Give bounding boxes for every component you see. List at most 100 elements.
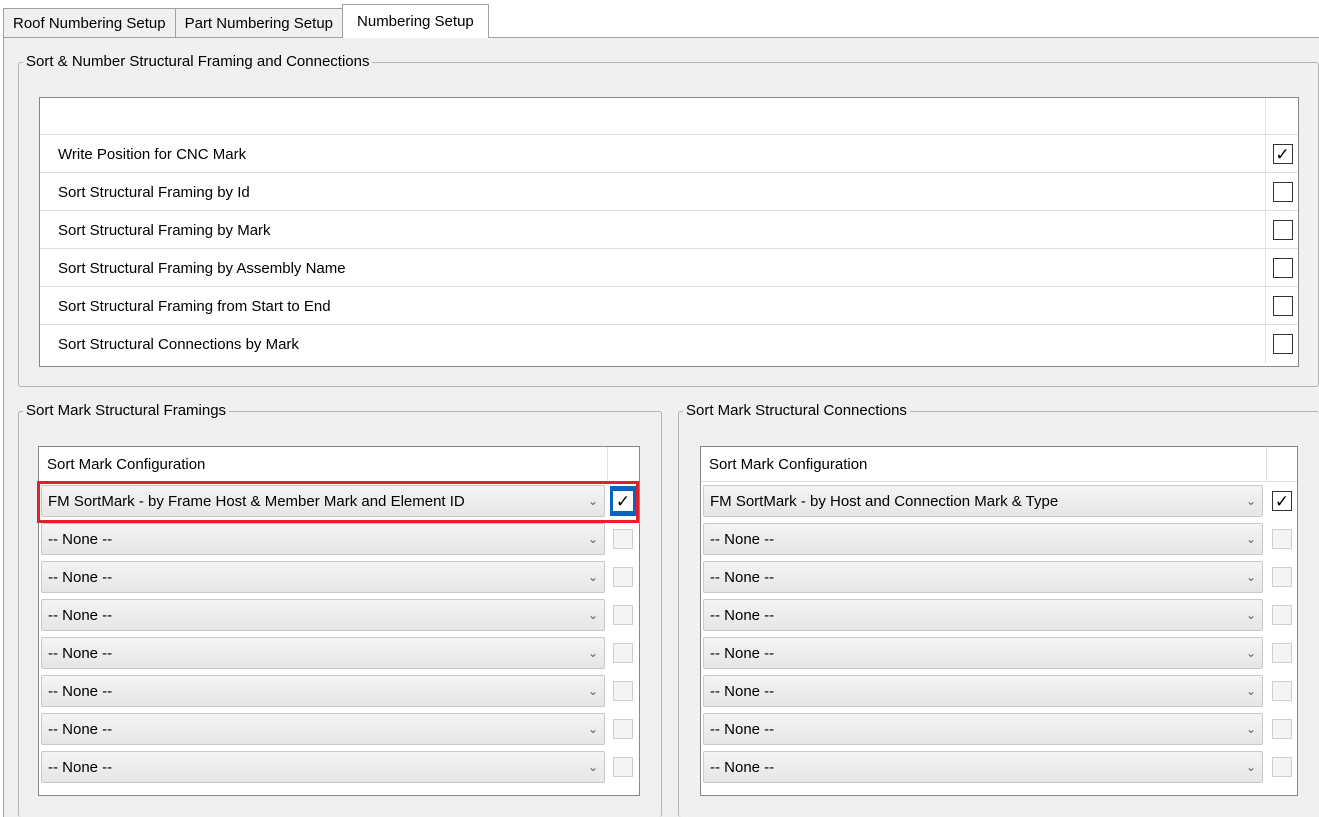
framings-sortmark-value: -- None -- (48, 606, 113, 624)
tab-part-numbering-setup[interactable]: Part Numbering Setup (174, 8, 344, 38)
framings-row: -- None -- ⌄ (39, 634, 638, 672)
connections-check-cell (1267, 637, 1297, 669)
connections-enable-checkbox[interactable] (1272, 529, 1292, 549)
connections-row: -- None -- ⌄ (701, 558, 1297, 596)
chevron-down-icon: ⌄ (1245, 646, 1256, 660)
connections-enable-checkbox[interactable] (1272, 605, 1292, 625)
connections-enable-checkbox[interactable] (1272, 757, 1292, 777)
chevron-down-icon: ⌄ (1245, 608, 1256, 622)
option-label: Sort Structural Framing by Id (40, 173, 1266, 211)
framings-sortmark-select[interactable]: -- None -- ⌄ (41, 561, 605, 593)
connections-sortmark-value: -- None -- (710, 720, 775, 738)
connections-row: -- None -- ⌄ (701, 520, 1297, 558)
option-checkbox[interactable] (1272, 334, 1293, 354)
connections-sortmark-select[interactable]: -- None -- ⌄ (703, 561, 1263, 593)
framings-check-cell (608, 561, 638, 593)
option-checkbox[interactable] (1272, 220, 1293, 240)
connections-sortmark-select[interactable]: FM SortMark - by Host and Connection Mar… (703, 485, 1263, 517)
framings-row: -- None -- ⌄ (39, 748, 638, 786)
option-checkbox[interactable] (1272, 296, 1293, 316)
framings-enable-checkbox[interactable] (613, 529, 633, 549)
connections-enable-checkbox[interactable] (1272, 681, 1292, 701)
tab-strip: Roof Numbering Setup Part Numbering Setu… (3, 4, 489, 38)
connections-check-cell (1267, 599, 1297, 631)
framings-sortmark-select[interactable]: -- None -- ⌄ (41, 523, 605, 555)
option-label: Sort Structural Framing from Start to En… (40, 287, 1266, 325)
framings-sortmark-select[interactable]: -- None -- ⌄ (41, 637, 605, 669)
tab-roof-numbering-setup[interactable]: Roof Numbering Setup (3, 8, 176, 38)
connections-sortmark-select[interactable]: -- None -- ⌄ (703, 523, 1263, 555)
connections-sortmark-select[interactable]: -- None -- ⌄ (703, 637, 1263, 669)
check-icon: ✓ (1274, 491, 1290, 511)
chevron-down-icon: ⌄ (587, 608, 598, 622)
option-row: Sort Structural Framing from Start to En… (40, 287, 1298, 325)
framings-check-cell (608, 637, 638, 669)
connections-row: -- None -- ⌄ (701, 710, 1297, 748)
connections-sortmark-select[interactable]: -- None -- ⌄ (703, 751, 1263, 783)
framings-check-cell (608, 751, 638, 783)
option-row: Sort Structural Connections by Mark (40, 325, 1298, 363)
chevron-down-icon: ⌄ (1245, 532, 1256, 546)
connections-enable-checkbox[interactable] (1272, 643, 1292, 663)
connections-sortmark-select[interactable]: -- None -- ⌄ (703, 713, 1263, 745)
selection-highlight (37, 481, 639, 523)
connections-column-header: Sort Mark Configuration (701, 447, 1267, 482)
connections-sortmark-value: -- None -- (710, 758, 775, 776)
chevron-down-icon: ⌄ (587, 532, 598, 546)
framings-sortmark-select[interactable]: -- None -- ⌄ (41, 675, 605, 707)
framings-sortmark-value: -- None -- (48, 530, 113, 548)
connections-check-cell (1267, 561, 1297, 593)
connections-sortmark-value: -- None -- (710, 644, 775, 662)
framings-enable-checkbox[interactable] (613, 605, 633, 625)
connections-check-cell (1267, 713, 1297, 745)
option-checkbox[interactable]: ✓ (1272, 144, 1293, 164)
options-header-check-cell (1267, 98, 1298, 135)
option-check-cell (1267, 249, 1298, 287)
framings-enable-checkbox[interactable] (613, 567, 633, 587)
options-table: Write Position for CNC Mark ✓ Sort Structu… (39, 97, 1299, 367)
framings-sortmark-value: -- None -- (48, 720, 113, 738)
framings-sortmark-select[interactable]: -- None -- ⌄ (41, 751, 605, 783)
check-icon: ✓ (1275, 144, 1290, 164)
connections-sortmark-value: -- None -- (710, 682, 775, 700)
framings-enable-checkbox[interactable] (613, 757, 633, 777)
framings-sortmark-select[interactable]: -- None -- ⌄ (41, 599, 605, 631)
tab-numbering-setup[interactable]: Numbering Setup (342, 4, 489, 38)
connections-enable-checkbox[interactable] (1272, 567, 1292, 587)
framings-sortmark-select[interactable]: -- None -- ⌄ (41, 713, 605, 745)
framings-enable-checkbox[interactable] (613, 681, 633, 701)
option-checkbox[interactable] (1272, 182, 1293, 202)
option-check-cell (1267, 173, 1298, 211)
option-checkbox[interactable] (1272, 258, 1293, 278)
framings-check-cell (608, 713, 638, 745)
framings-enable-checkbox[interactable] (613, 643, 633, 663)
option-row: Sort Structural Framing by Id (40, 173, 1298, 211)
connections-sortmark-select[interactable]: -- None -- ⌄ (703, 599, 1263, 631)
connections-sortmark-select[interactable]: -- None -- ⌄ (703, 675, 1263, 707)
framings-enable-checkbox[interactable] (613, 719, 633, 739)
option-check-cell (1267, 287, 1298, 325)
framings-sortmark-value: -- None -- (48, 568, 113, 586)
framings-check-cell (608, 675, 638, 707)
connections-grid-header: Sort Mark Configuration (701, 447, 1297, 482)
framings-grid-header: Sort Mark Configuration (39, 447, 639, 482)
connections-row: -- None -- ⌄ (701, 672, 1297, 710)
option-label: Sort Structural Framing by Mark (40, 211, 1266, 249)
framings-row: -- None -- ⌄ (39, 558, 638, 596)
framings-column-header: Sort Mark Configuration (39, 447, 608, 482)
connections-enable-checkbox[interactable] (1272, 719, 1292, 739)
framings-sortmark-value: -- None -- (48, 758, 113, 776)
option-label: Sort Structural Connections by Mark (40, 325, 1266, 363)
option-row: Write Position for CNC Mark ✓ (40, 135, 1298, 173)
framings-row: -- None -- ⌄ (39, 596, 638, 634)
option-label: Write Position for CNC Mark (40, 135, 1266, 173)
options-header-label-cell (40, 98, 1266, 135)
connections-row: -- None -- ⌄ (701, 596, 1297, 634)
connections-sortmark-value: -- None -- (710, 568, 775, 586)
connections-row: -- None -- ⌄ (701, 634, 1297, 672)
connections-enable-checkbox[interactable]: ✓ (1272, 491, 1292, 511)
chevron-down-icon: ⌄ (1245, 494, 1256, 508)
connections-sortmark-value: -- None -- (710, 530, 775, 548)
framings-check-cell (608, 599, 638, 631)
framings-sortmark-value: -- None -- (48, 644, 113, 662)
